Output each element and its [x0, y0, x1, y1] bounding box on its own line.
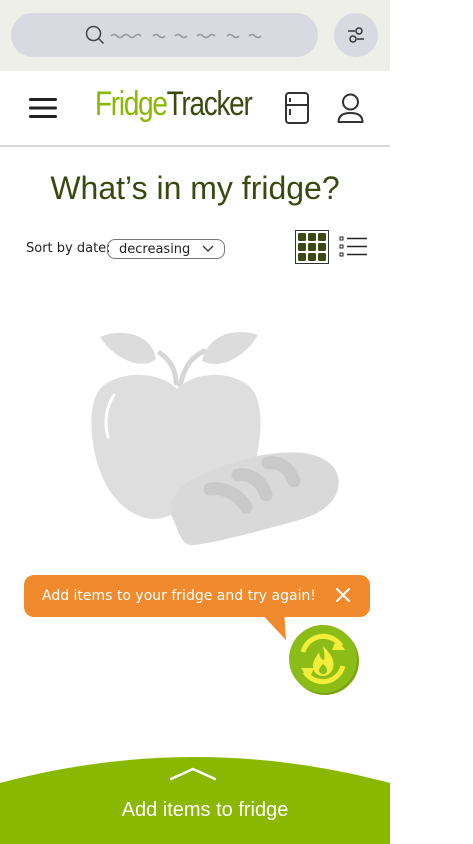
logo-part-tracker: Tracker: [166, 85, 253, 123]
app-logo[interactable]: FridgeTracker: [95, 85, 253, 124]
app-header: FridgeTracker: [0, 71, 390, 147]
close-icon[interactable]: [336, 588, 350, 602]
sort-dropdown[interactable]: decreasing: [107, 239, 225, 259]
add-items-label: Add items to fridge: [121, 799, 289, 821]
hamburger-menu-icon[interactable]: [29, 98, 57, 118]
empty-fridge-illustration: [91, 332, 339, 546]
app-screen: FridgeTracker What’s in my fridge? Sort …: [0, 0, 390, 844]
top-bar: [0, 0, 390, 71]
sliders-icon: [348, 27, 364, 43]
search-input[interactable]: [11, 13, 318, 57]
chevron-down-icon: [202, 245, 214, 252]
fridge-icon[interactable]: [285, 92, 309, 124]
grid-view-button[interactable]: [295, 230, 329, 264]
toast-text: Add items to your fridge and try again!: [42, 588, 316, 604]
sort-selected-value: decreasing: [119, 242, 191, 257]
list-view-icon[interactable]: [339, 236, 368, 257]
sort-label: Sort by date:: [26, 241, 111, 256]
toast-message: Add items to your fridge and try again!: [24, 575, 370, 617]
logo-part-fridge: Fridge: [95, 85, 168, 123]
page-title: What’s in my fridge?: [50, 170, 340, 206]
chevron-up-icon[interactable]: [170, 767, 216, 781]
user-profile-icon[interactable]: [337, 93, 364, 124]
search-placeholder-scribble: [110, 33, 262, 39]
grid-view-icon: [298, 233, 326, 261]
search-icon: [85, 25, 105, 45]
filter-button[interactable]: [334, 13, 378, 57]
add-items-bottom-sheet[interactable]: Add items to fridge: [0, 755, 390, 844]
refresh-fire-button[interactable]: [287, 622, 361, 696]
